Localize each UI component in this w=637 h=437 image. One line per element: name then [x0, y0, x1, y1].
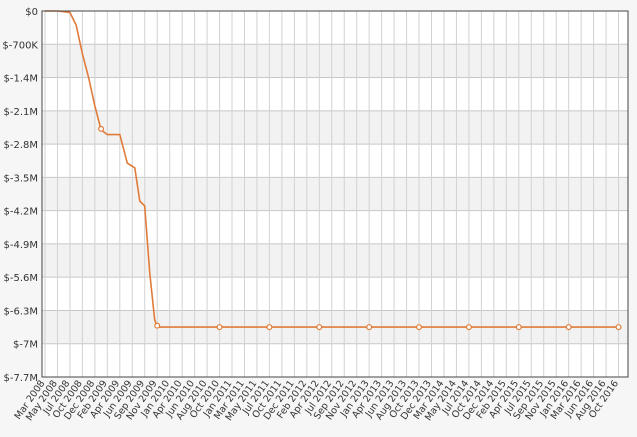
y-tick-label: $-700K [2, 40, 38, 51]
y-tick-label: $-5.6M [3, 273, 38, 284]
series-marker [316, 324, 323, 331]
y-tick-label: $-6.3M [3, 306, 38, 317]
y-tick-label: $-4.9M [3, 240, 38, 251]
y-tick-label: $-7.7M [3, 373, 38, 384]
y-tick-label: $-4.2M [3, 207, 38, 218]
y-tick-label: $0 [25, 7, 38, 18]
series-marker [154, 322, 161, 329]
plot-band [42, 177, 628, 211]
series-marker [98, 125, 105, 132]
plot-band [42, 44, 628, 78]
plot-band [42, 243, 628, 278]
series-marker [565, 324, 572, 331]
plot-band [42, 110, 628, 145]
series-marker [515, 324, 522, 331]
series-marker [366, 324, 373, 331]
y-tick-label: $-2.1M [3, 107, 38, 118]
y-tick-label: $-1.4M [3, 74, 38, 85]
y-tick-label: $-7M [13, 340, 38, 351]
line-chart: $0 $-700K $-1.4M $-2.1M $-2.8M $-3.5M $-4.2M $-… [2, 7, 629, 423]
series-marker [266, 324, 273, 331]
y-tick-label: $-3.5M [3, 173, 38, 184]
y-tick-label: $-2.8M [3, 140, 38, 151]
x-axis-ticks: Mar 2008May 2008Jul 2008Oct 2008Dec 2008… [13, 378, 621, 423]
series-marker [216, 324, 223, 331]
plot-bands [42, 11, 628, 377]
y-axis-ticks: $0 $-700K $-1.4M $-2.1M $-2.8M $-3.5M $-4.2M $-… [2, 7, 38, 384]
series-marker [465, 324, 472, 331]
series-marker [615, 324, 622, 331]
series-marker [416, 324, 423, 331]
